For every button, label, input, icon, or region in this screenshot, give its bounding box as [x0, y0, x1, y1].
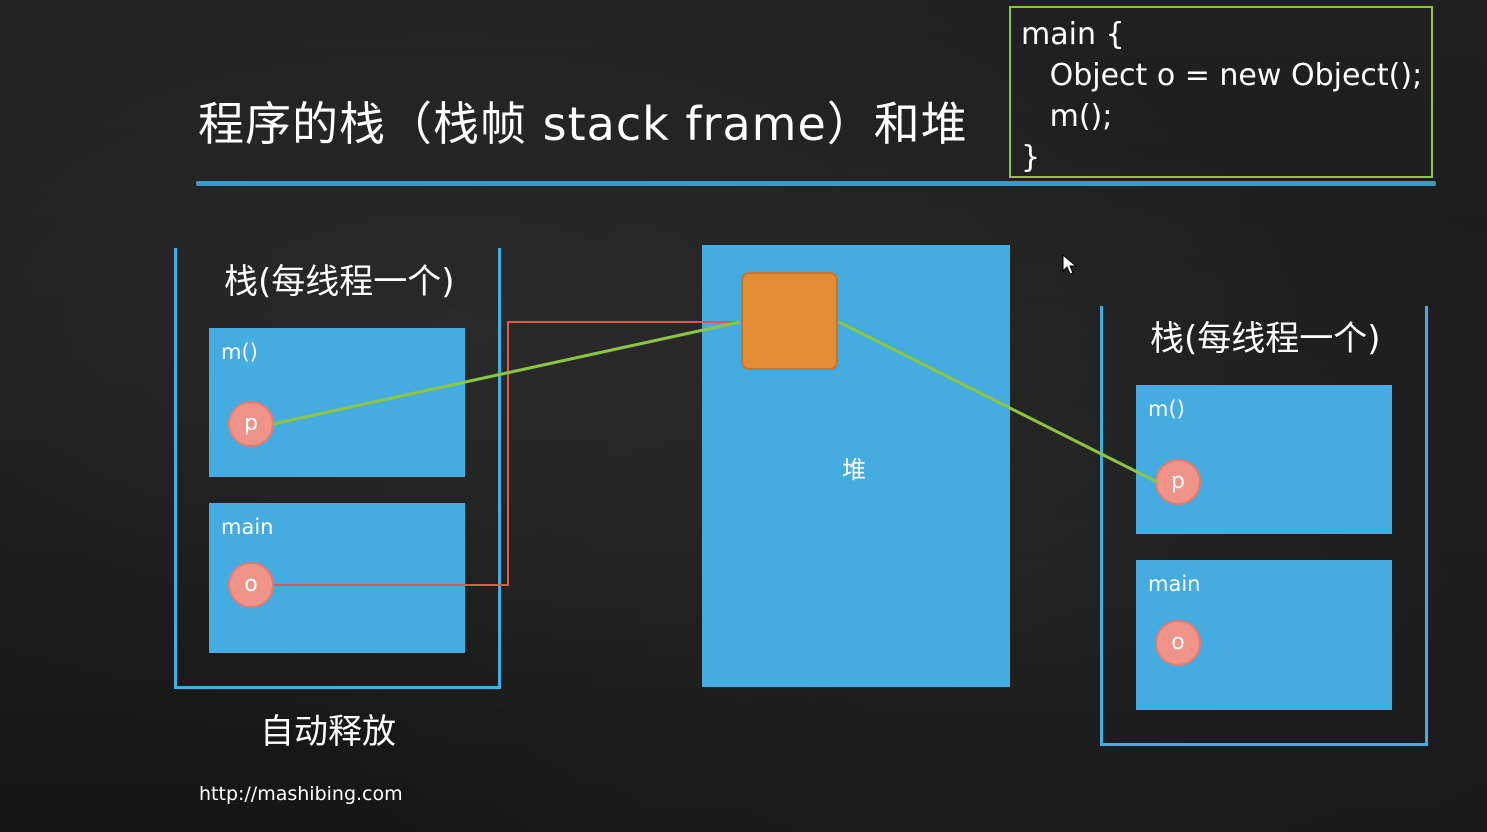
green-reference-line-left: [272, 320, 741, 426]
red-reference-line: [274, 321, 740, 586]
reference-arrows: [272, 320, 1158, 586]
mouse-cursor-icon: [1062, 254, 1078, 275]
website-url[interactable]: http://mashibing.com: [199, 783, 403, 805]
green-reference-line-right: [838, 320, 1158, 484]
